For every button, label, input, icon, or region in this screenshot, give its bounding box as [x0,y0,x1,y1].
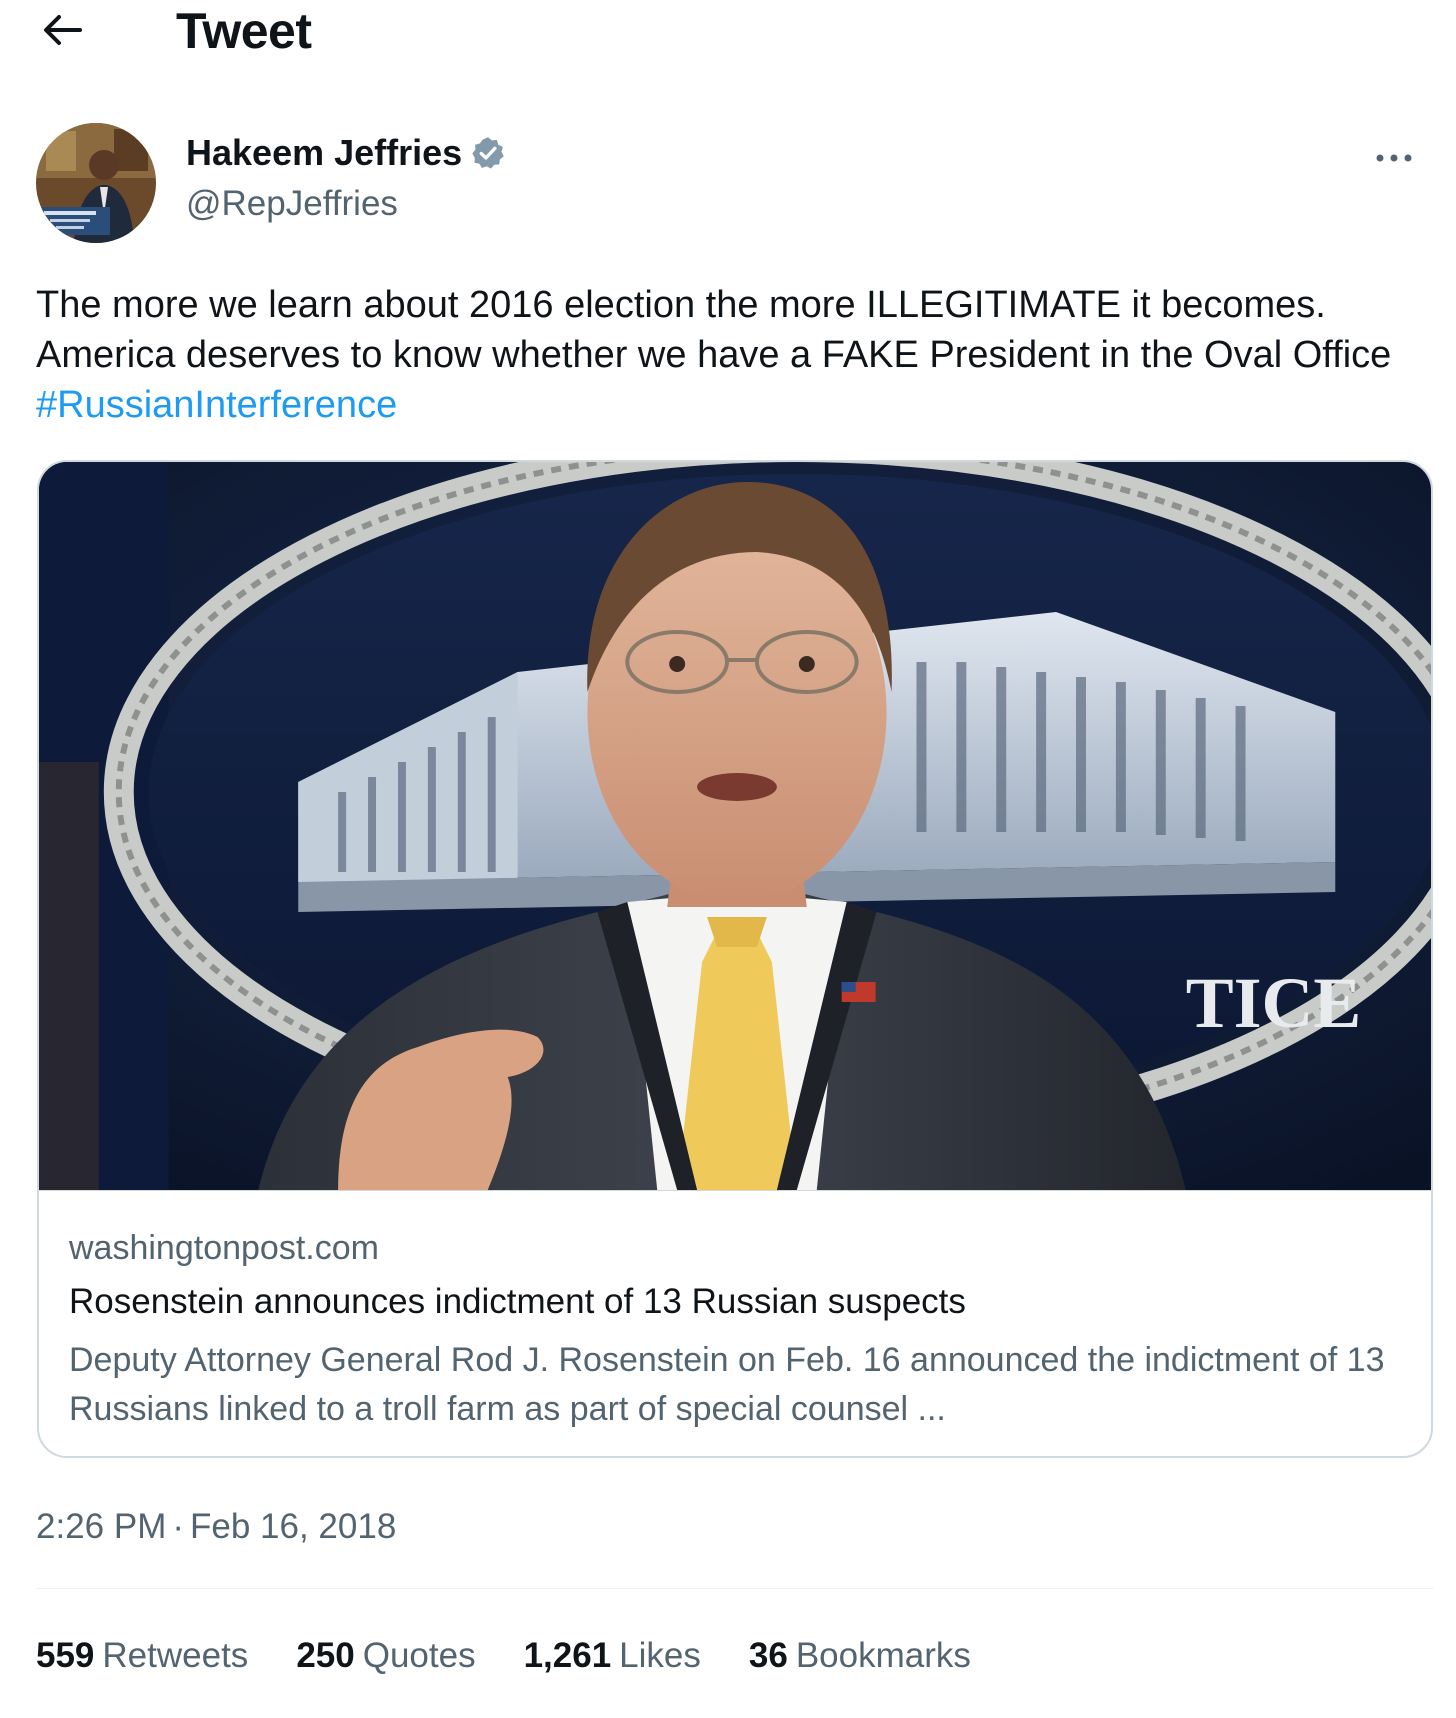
author-name-row: Hakeem Jeffries [186,132,506,174]
likes-label: Likes [619,1636,701,1675]
page-title: Tweet [176,3,312,59]
likes-count: 1,261 [523,1636,612,1675]
arrow-left-icon [44,15,82,45]
top-bar: Tweet [0,0,1456,62]
retweets-stat[interactable]: 559 Retweets [36,1636,248,1676]
avatar[interactable] [36,123,156,243]
avatar-photo [36,123,156,243]
engagement-stats: 559 Retweets 250 Quotes 1,261 Likes 36 Bookm… [36,1636,971,1676]
card-meta: washingtonpost.com Rosenstein announces … [39,1190,1431,1456]
more-horizontal-icon [1376,154,1412,162]
bookmarks-count: 36 [748,1636,788,1675]
tweet-page: Tweet Hakeem Jeffries @RepJeffries The m… [0,0,1456,1718]
tweet-text: The more we learn about 2016 election th… [36,280,1436,430]
quotes-label: Quotes [362,1636,476,1675]
more-options-button[interactable] [1366,140,1422,176]
quotes-stat[interactable]: 250 Quotes [296,1636,475,1676]
timestamp-separator: · [172,1507,185,1546]
card-title: Rosenstein announces indictment of 13 Ru… [69,1282,966,1321]
bookmarks-label: Bookmarks [795,1636,971,1675]
tweet-timestamp[interactable]: 2:26 PM · Feb 16, 2018 [36,1507,396,1547]
verified-badge-icon [472,137,504,169]
divider [36,1588,1434,1589]
link-preview-card[interactable]: TICE washingtonpost.com Rosenstein annou… [37,460,1433,1458]
bookmarks-stat[interactable]: 36 Bookmarks [749,1636,971,1676]
retweets-label: Retweets [102,1636,249,1675]
tweet-time: 2:26 PM [36,1507,167,1546]
card-domain: washingtonpost.com [69,1229,379,1267]
retweets-count: 559 [36,1636,95,1675]
tweet-body: The more we learn about 2016 election th… [36,284,1392,376]
card-image: TICE [39,462,1431,1190]
quotes-count: 250 [296,1636,355,1675]
tweet-date: Feb 16, 2018 [190,1507,397,1546]
back-button[interactable] [38,10,86,50]
seal-text: TICE [1186,963,1362,1043]
card-description: Deputy Attorney General Rod J. Rosenstei… [69,1341,1385,1428]
author-name[interactable]: Hakeem Jeffries [186,132,462,174]
likes-stat[interactable]: 1,261 Likes [524,1636,701,1676]
hashtag-link[interactable]: #RussianInterference [36,384,397,426]
author-handle[interactable]: @RepJeffries [186,184,398,224]
